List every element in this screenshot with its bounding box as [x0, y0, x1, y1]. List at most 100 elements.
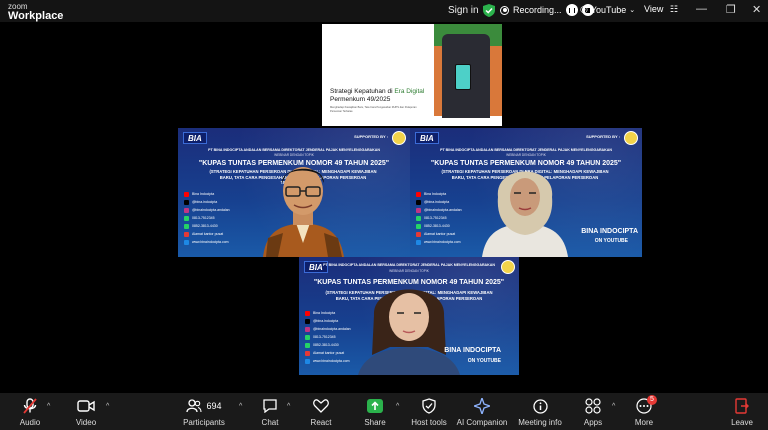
video-tile-1[interactable]: BIA SUPPORTED BY : PT BINA INDOCIPTA AND… [178, 128, 410, 257]
video-options-chevron-icon[interactable]: ^ [106, 403, 109, 410]
leave-door-icon [735, 397, 749, 415]
meeting-info-button[interactable]: Meeting info [510, 397, 570, 427]
maximize-icon[interactable]: ❐ [726, 3, 736, 16]
info-icon [532, 397, 548, 415]
audio-options-chevron-icon[interactable]: ^ [47, 403, 50, 410]
phone-icon [416, 215, 421, 221]
bia-logo: BIA [415, 132, 439, 144]
chat-label: Chat [261, 418, 279, 427]
broadcast-icon: ◎ [580, 4, 588, 14]
video-tile-3[interactable]: BIA PT BINA INDOCIPTA ANDALAN BERSAMA DI… [299, 257, 519, 375]
participant-young-woman-video [358, 289, 460, 375]
slide-phone-image [455, 64, 471, 90]
slide-title: Strategi Kepatuhan di Era Digital Permen… [330, 88, 425, 103]
social-list: Bina Indocipta @bina.indocipta @binaindo… [416, 190, 476, 246]
supported-by-label: SUPPORTED BY : [354, 134, 388, 139]
instagram-icon [184, 207, 189, 213]
security-shield-icon[interactable] [483, 4, 495, 17]
pause-recording-button[interactable] [565, 4, 578, 16]
recording-label: Recording... [513, 5, 562, 15]
heart-icon [313, 397, 329, 415]
participant-man-video [263, 167, 344, 257]
supported-by-label: SUPPORTED BY : [586, 134, 620, 139]
view-button[interactable]: View ☷ [644, 4, 678, 15]
participants-icon: 694 [186, 397, 222, 415]
ai-sparkle-icon [474, 397, 490, 415]
share-label: Share [364, 418, 386, 427]
location-icon [184, 231, 189, 237]
shared-screen-tile[interactable]: Strategi Kepatuhan di Era Digital Permen… [322, 24, 502, 126]
web-icon [184, 239, 189, 245]
video-camera-icon [77, 397, 95, 415]
video-button[interactable]: Video [56, 397, 116, 427]
youtube-live-indicator[interactable]: ◎ YouTube ⌄ [580, 4, 635, 15]
participant-woman-video [482, 171, 568, 257]
youtube-footer: ON YOUTUBE [467, 358, 501, 364]
whatsapp-icon [305, 342, 310, 348]
ai-companion-label: AI Companion [456, 418, 508, 427]
youtube-footer: ON YOUTUBE [594, 238, 628, 244]
tiktok-icon [305, 318, 310, 324]
instagram-icon [305, 326, 310, 332]
brand-main: Workplace [8, 10, 64, 22]
more-button[interactable]: 5 More [614, 395, 674, 427]
banner-webinar: WEBINAR DENGAN TOPIK [389, 269, 429, 273]
apps-icon [585, 397, 601, 415]
more-badge: 5 [647, 395, 657, 405]
view-grid-icon: ☷ [669, 4, 678, 14]
phone-icon [184, 215, 189, 221]
bina-footer: BINA INDOCIPTA [581, 228, 638, 235]
youtube-icon [416, 191, 421, 197]
youtube-icon [305, 310, 310, 316]
emblem-icon [392, 131, 406, 145]
phone-icon [305, 334, 310, 340]
leave-label: Leave [731, 418, 753, 427]
close-icon[interactable]: ✕ [752, 3, 761, 16]
more-icon: 5 [636, 395, 657, 415]
web-icon [305, 358, 310, 364]
react-button[interactable]: React [291, 397, 351, 427]
shield-icon [422, 397, 436, 415]
apps-label: Apps [583, 418, 603, 427]
youtube-icon [184, 191, 189, 197]
whatsapp-icon [416, 223, 421, 229]
share-screen-icon [367, 397, 383, 415]
participants-label: Participants [183, 418, 225, 427]
video-label: Video [75, 418, 97, 427]
chat-icon [262, 397, 278, 415]
chevron-down-icon: ⌄ [629, 6, 636, 14]
banner-organizer: PT BINA INDOCIPTA ANDALAN BERSAMA DIREKT… [323, 263, 495, 267]
mic-muted-icon [23, 397, 37, 415]
participants-count: 694 [206, 401, 222, 411]
banner-organizer: PT BINA INDOCIPTA ANDALAN BERSAMA DIREKT… [208, 148, 380, 152]
emblem-icon [624, 131, 638, 145]
tiktok-icon [416, 199, 421, 205]
instagram-icon [416, 207, 421, 213]
view-label: View [644, 4, 664, 14]
banner-organizer: PT BINA INDOCIPTA ANDALAN BERSAMA DIREKT… [440, 148, 612, 152]
chat-options-chevron-icon[interactable]: ^ [287, 403, 290, 410]
audio-label: Audio [19, 418, 41, 427]
meeting-info-label: Meeting info [518, 418, 562, 427]
ai-companion-button[interactable]: AI Companion [447, 397, 517, 427]
youtube-label: YouTube [590, 4, 627, 15]
share-button[interactable]: Share [345, 397, 405, 427]
record-icon [500, 5, 509, 15]
leave-button[interactable]: Leave [712, 397, 768, 427]
location-icon [416, 231, 421, 237]
meeting-toolbar: Audio ^ Video ^ 694 Participants ^ Chat … [0, 393, 768, 430]
minimize-icon[interactable]: — [696, 3, 707, 15]
host-tools-label: Host tools [411, 418, 447, 427]
bina-footer: BINA INDOCIPTA [444, 347, 501, 354]
audio-button[interactable]: Audio [0, 397, 60, 427]
social-list: Bina Indocipta @bina.indocipta @binaindo… [184, 190, 244, 246]
zoom-logo: zoom Workplace [8, 2, 64, 22]
top-bar: zoom Workplace Sign in Recording... ◎ Yo… [0, 0, 768, 22]
video-tile-2[interactable]: BIA SUPPORTED BY : PT BINA INDOCIPTA AND… [410, 128, 642, 257]
participants-button[interactable]: 694 Participants [169, 397, 239, 427]
tiktok-icon [184, 199, 189, 205]
bia-logo: BIA [183, 132, 207, 144]
sign-in-button[interactable]: Sign in [448, 5, 479, 16]
slide-subtitle: Menghadapi Kewajiban Baru, Tata Cara Pen… [330, 106, 417, 113]
whatsapp-icon [184, 223, 189, 229]
